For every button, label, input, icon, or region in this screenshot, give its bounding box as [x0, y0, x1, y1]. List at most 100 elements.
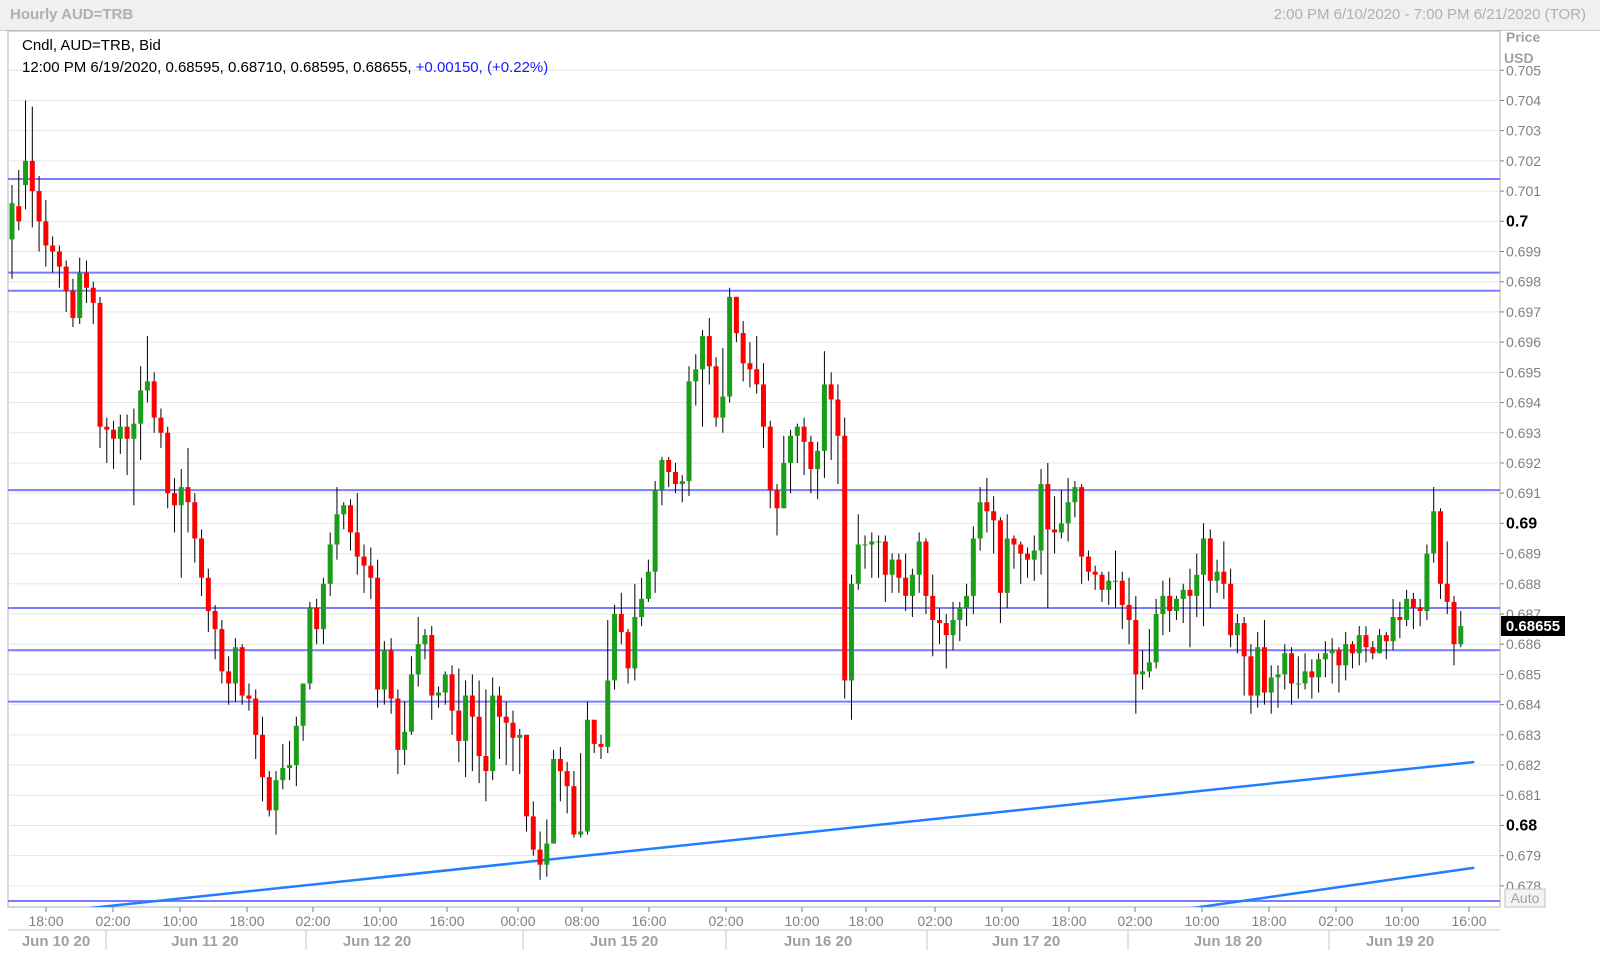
- candle-body: [300, 683, 306, 726]
- candle-body: [178, 487, 184, 506]
- candle-body: [1045, 484, 1051, 530]
- y-tick-label: 0.703: [1506, 123, 1541, 139]
- candle-body: [686, 381, 692, 482]
- candle-body: [232, 647, 238, 684]
- candle-body: [1106, 580, 1112, 590]
- x-date-label: Jun 16 20: [784, 933, 852, 950]
- candle-body: [1458, 626, 1464, 645]
- candle-body: [727, 296, 733, 397]
- candle-body: [341, 505, 347, 515]
- y-tick-label: 0.688: [1506, 576, 1541, 592]
- y-tick-label: 0.698: [1506, 274, 1541, 290]
- candle-body: [855, 544, 861, 584]
- candle-body: [1275, 674, 1281, 678]
- candle-body: [1004, 538, 1010, 593]
- candle[interactable]: [686, 366, 692, 497]
- candle-body: [476, 716, 482, 756]
- candle-body: [23, 160, 29, 186]
- candle-body: [1058, 523, 1064, 533]
- candle-body: [537, 849, 543, 865]
- candle-body: [388, 650, 394, 699]
- candle-body: [1282, 653, 1288, 675]
- candle-body: [77, 272, 83, 318]
- x-tick-label: 00:00: [500, 913, 535, 929]
- candle-body: [1234, 623, 1240, 636]
- x-tick-label: 10:00: [1184, 913, 1219, 929]
- candle-body: [862, 544, 868, 546]
- candle-body: [496, 695, 502, 717]
- candle-body: [639, 598, 645, 618]
- y-tick-label: 0.693: [1506, 425, 1541, 441]
- candle-body: [1187, 589, 1193, 596]
- y-tick-label: 0.686: [1506, 636, 1541, 652]
- candlestick-chart[interactable]: 0.7050.7040.7030.7020.7010.70.6990.6980.…: [0, 0, 1600, 972]
- x-date-label: Jun 15 20: [590, 933, 658, 950]
- candle-body: [788, 435, 794, 463]
- y-tick-label: 0.701: [1506, 183, 1541, 199]
- candle-body: [760, 384, 766, 427]
- candle-body: [1255, 647, 1261, 696]
- candle-body: [869, 541, 875, 545]
- candle[interactable]: [1424, 544, 1430, 621]
- currency-axis-label: USD: [1504, 50, 1534, 66]
- candle-body: [848, 583, 854, 681]
- candle-body: [1356, 635, 1362, 654]
- candle-body: [1397, 617, 1403, 621]
- candle-body: [1153, 613, 1159, 663]
- candle[interactable]: [727, 287, 733, 403]
- candle[interactable]: [584, 701, 590, 835]
- candle-body: [171, 493, 177, 506]
- y-tick-label: 0.697: [1506, 304, 1541, 320]
- candle-body: [483, 755, 489, 772]
- candle-body: [63, 266, 69, 291]
- candle-body: [1370, 647, 1376, 654]
- candle[interactable]: [842, 417, 848, 699]
- candle[interactable]: [612, 604, 618, 690]
- price-axis-label: Price: [1506, 29, 1540, 45]
- candle-body: [56, 251, 62, 267]
- candle-body: [97, 302, 103, 427]
- candle-body: [219, 629, 225, 672]
- candle-body: [564, 771, 570, 787]
- candle-body: [131, 423, 137, 439]
- candle-body: [151, 381, 157, 418]
- y-tick-label: 0.684: [1506, 697, 1541, 713]
- candle-body: [625, 632, 631, 669]
- candle[interactable]: [97, 296, 103, 448]
- candle[interactable]: [307, 601, 313, 690]
- y-tick-label: 0.704: [1506, 92, 1541, 108]
- x-tick-label: 02:00: [708, 913, 743, 929]
- candle-body: [1113, 580, 1119, 582]
- candle-body: [1038, 484, 1044, 551]
- candle-body: [70, 290, 76, 318]
- x-tick-label: 18:00: [229, 913, 264, 929]
- candle-body: [909, 574, 915, 596]
- candle[interactable]: [266, 771, 272, 817]
- candle-body: [469, 695, 475, 717]
- candle-body: [903, 577, 909, 596]
- y-tick-label: 0.7: [1506, 213, 1528, 230]
- candle-body: [16, 206, 22, 222]
- candle-body: [442, 674, 448, 693]
- candle-body: [1268, 677, 1274, 693]
- candle-body: [104, 426, 110, 430]
- candle-body: [199, 538, 205, 578]
- y-tick-label: 0.681: [1506, 787, 1541, 803]
- candle-body: [991, 511, 997, 521]
- candle[interactable]: [239, 644, 245, 705]
- candle[interactable]: [551, 749, 557, 844]
- candle-body: [510, 722, 516, 738]
- x-tick-label: 10:00: [162, 913, 197, 929]
- candle[interactable]: [713, 357, 719, 427]
- candle-body: [842, 435, 848, 681]
- candle-body: [361, 556, 367, 566]
- candle[interactable]: [375, 559, 381, 708]
- candle-body: [1261, 647, 1267, 693]
- candle-body: [1316, 659, 1322, 678]
- candle-body: [733, 296, 739, 334]
- x-tick-label: 16:00: [429, 913, 464, 929]
- candle-body: [828, 384, 834, 400]
- candle-body: [747, 363, 753, 370]
- y-tick-label: 0.702: [1506, 153, 1541, 169]
- candle-body: [544, 843, 550, 865]
